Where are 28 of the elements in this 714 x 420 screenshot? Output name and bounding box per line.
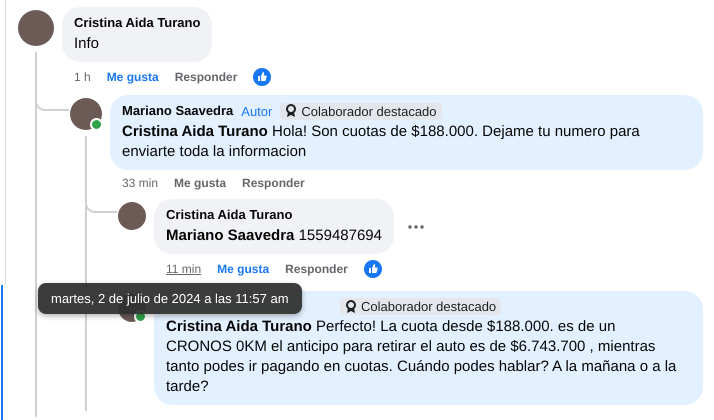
like-link[interactable]: Me gusta	[106, 70, 159, 84]
reply-link[interactable]: Responder	[174, 70, 238, 84]
reply-link[interactable]: Responder	[285, 262, 348, 276]
timestamp-link[interactable]: 1 h	[74, 70, 91, 84]
like-link[interactable]: Me gusta	[217, 262, 270, 276]
author-name-link[interactable]: Cristina Aida Turano	[74, 14, 200, 32]
timestamp-link[interactable]: 33 min	[122, 176, 158, 190]
like-link[interactable]: Me gusta	[174, 176, 226, 190]
thumbs-up-reaction-icon[interactable]	[253, 68, 272, 86]
more-options-icon[interactable]	[408, 224, 424, 228]
timestamp-link[interactable]: 11 min	[166, 262, 202, 276]
thumbs-up-reaction-icon[interactable]	[364, 260, 382, 278]
timestamp-tooltip: martes, 2 de julio de 2024 a las 11:57 am	[38, 283, 302, 314]
avatar-photo-placeholder[interactable]	[18, 10, 54, 46]
award-ribbon-icon	[345, 300, 357, 314]
avatar-photo-placeholder[interactable]	[70, 98, 102, 130]
comment-text: Mariano Saavedra 1559487694	[166, 226, 382, 246]
comment-text: Info	[74, 34, 100, 54]
badge-label: Colaborador destacado	[361, 299, 496, 314]
author-name-link[interactable]: Cristina Aida Turano	[166, 206, 292, 224]
comment-text: Cristina Aida Turano Hola! Son cuotas de $188.000. Dejame tu numero para enviarte toda la informacion	[122, 122, 641, 162]
award-ribbon-icon	[285, 104, 298, 118]
reply-link[interactable]: Responder	[242, 176, 305, 190]
badge-label: Colaborador destacado	[301, 104, 437, 118]
avatar-photo-placeholder[interactable]	[118, 202, 146, 230]
author-tag: Autor	[241, 104, 272, 118]
author-name-link[interactable]: Mariano Saavedra	[122, 102, 234, 120]
comment-text: Cristina Aida Turano Perfecto! La cuota desde $188.000. es de un CRONOS 0KM el anticipo para retirar el auto es de $6.743.700 , mientras tanto podes ir pagando en cuotas. Cuándo podes hablar? A la mañana o a la tarde?	[166, 317, 677, 397]
